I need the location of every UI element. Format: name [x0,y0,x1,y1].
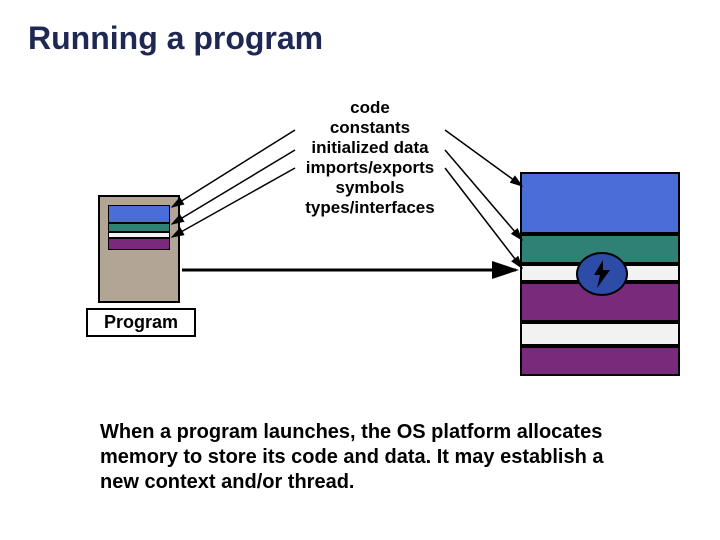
program-file-box [98,195,180,303]
code-item: imports/exports [270,158,470,178]
segment-const [108,223,170,232]
segment-other [108,238,170,250]
code-contents-list: code constants initialized data imports/… [270,98,470,218]
mem-segment-stack [520,346,680,376]
thread-icon [576,252,628,296]
code-item: constants [270,118,470,138]
code-item: code [270,98,470,118]
program-label: Program [86,308,196,337]
segment-code [108,205,170,223]
code-item: initialized data [270,138,470,158]
lightning-bolt-icon [592,260,612,288]
mem-segment-gap [520,322,680,346]
slide-title: Running a program [28,20,323,57]
code-item: types/interfaces [270,198,470,218]
code-item: symbols [270,178,470,198]
mem-segment-code [520,172,680,234]
caption-text: When a program launches, the OS platform… [100,420,640,495]
